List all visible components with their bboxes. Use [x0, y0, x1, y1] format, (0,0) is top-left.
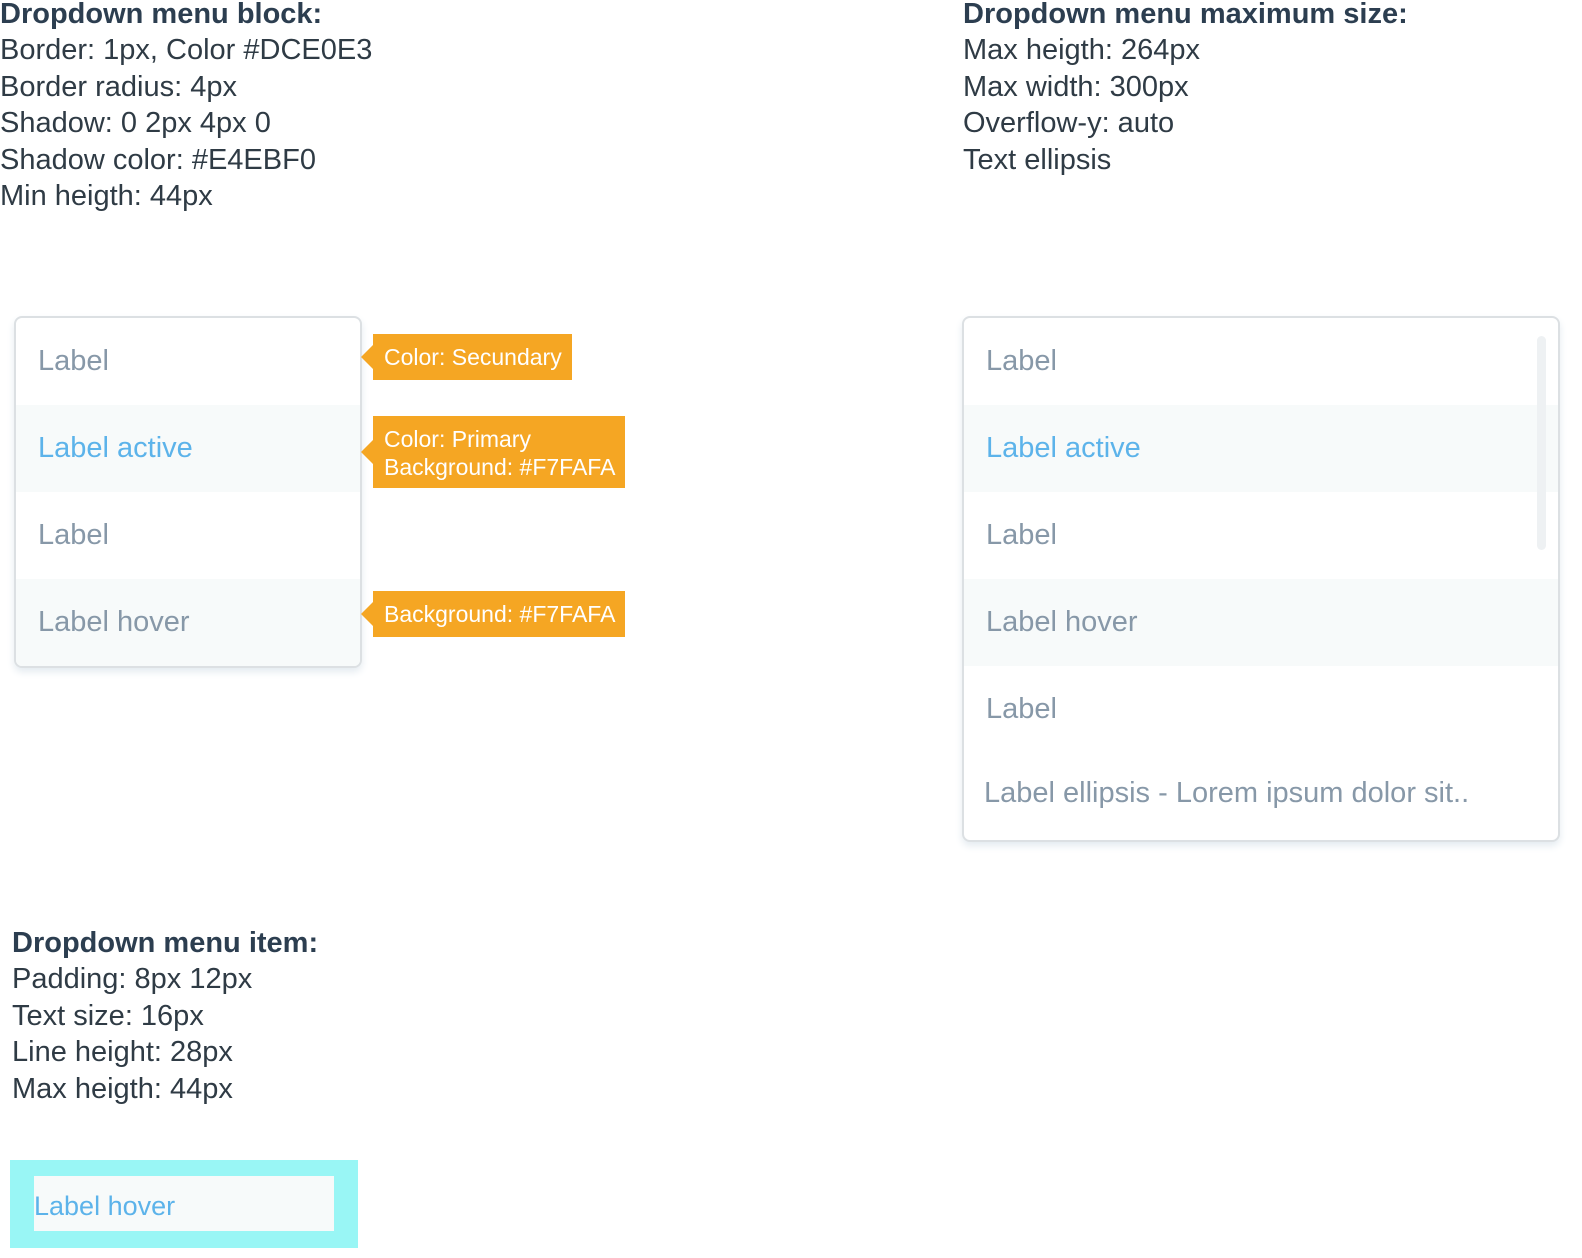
dropdown-item[interactable]: Label	[16, 492, 360, 579]
demo-item-hover[interactable]: Label hover	[34, 1176, 334, 1231]
callout-active-style: Color: Primary Background: #F7FAFA	[360, 416, 626, 488]
dropdown-menu-example: Label Label active Label Label hover	[14, 316, 362, 668]
block-spec: Dropdown menu block: Border: 1px, Color …	[0, 0, 372, 215]
dropdown-item[interactable]: Label	[964, 666, 1558, 753]
callout-text: Background: #F7FAFA	[384, 601, 616, 627]
item-spec-line: Max heigth: 44px	[12, 1072, 233, 1105]
block-spec-title: Dropdown menu block:	[0, 0, 323, 30]
dropdown-item[interactable]: Label	[964, 492, 1558, 579]
item-spec-line: Line height: 28px	[12, 1036, 233, 1068]
callout-secondary-color: Color: Secundary	[361, 334, 572, 380]
item-spec: Dropdown menu item: Padding: 8px 12px Te…	[12, 925, 318, 1107]
item-spec-line: Text size: 16px	[12, 999, 204, 1032]
dropdown-menu-max-size: Label Label active Label Label hover Lab…	[962, 316, 1560, 842]
dropdown-item-ellipsis[interactable]: Label ellipsis - Lorem ipsum dolor sit..	[964, 753, 1558, 839]
dropdown-item-active[interactable]: Label active	[964, 405, 1558, 492]
max-size-spec-title: Dropdown menu maximum size:	[963, 0, 1408, 30]
max-size-spec-line: Max width: 300px	[963, 70, 1189, 103]
dropdown-item-hover[interactable]: Label hover	[16, 579, 360, 666]
max-size-spec-line: Text ellipsis	[963, 143, 1112, 176]
callout-text: Color: Secundary	[384, 344, 562, 370]
item-spec-title: Dropdown menu item:	[12, 927, 319, 959]
block-spec-line: Border: 1px, Color #DCE0E3	[0, 34, 373, 66]
block-spec-line: Border radius: 4px	[0, 70, 237, 103]
item-spec-line: Padding: 8px 12px	[12, 963, 253, 995]
max-size-spec: Dropdown menu maximum size: Max heigth: …	[963, 0, 1408, 178]
max-size-spec-line: Max heigth: 264px	[963, 34, 1200, 66]
dropdown-item[interactable]: Label	[964, 318, 1558, 405]
block-spec-line: Shadow: 0 2px 4px 0	[0, 107, 271, 139]
block-spec-line: Min heigth: 44px	[0, 180, 213, 212]
callout-hover-style: Background: #F7FAFA	[360, 591, 626, 637]
max-size-spec-line: Overflow-y: auto	[963, 107, 1175, 139]
callout-text: Background: #F7FAFA	[384, 454, 616, 480]
scrollbar[interactable]	[1537, 336, 1546, 550]
dropdown-item-active[interactable]: Label active	[16, 405, 360, 492]
item-padding-demo: Label hover	[10, 1160, 358, 1248]
dropdown-item-hover[interactable]: Label hover	[964, 579, 1558, 666]
block-spec-line: Shadow color: #E4EBF0	[0, 143, 316, 176]
callout-text: Color: Primary	[384, 426, 531, 452]
dropdown-item[interactable]: Label	[16, 318, 360, 405]
